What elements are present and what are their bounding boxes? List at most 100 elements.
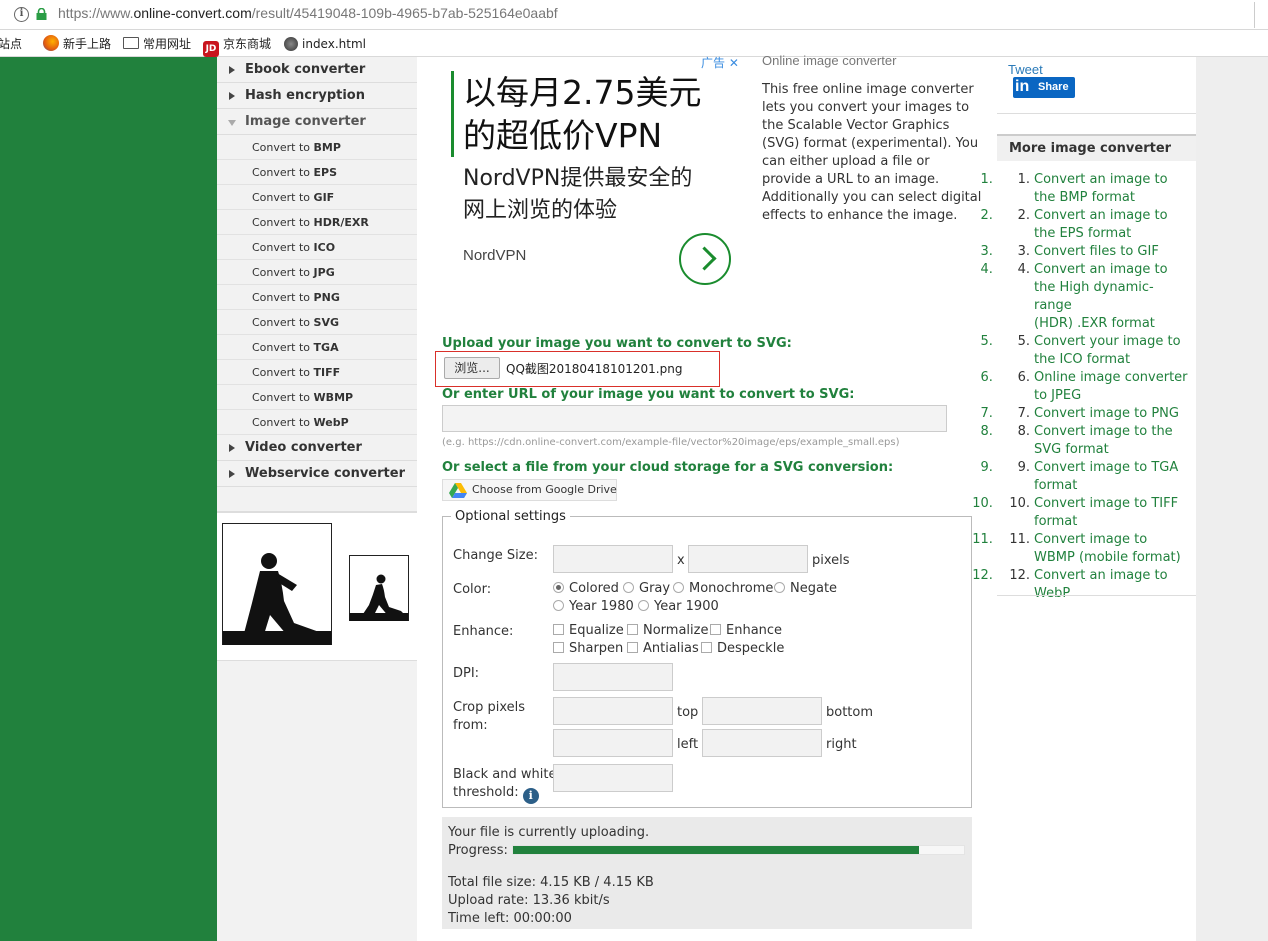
enhance-option-label: Despeckle bbox=[717, 641, 785, 656]
url-example-hint: (e.g. https://cdn.online-convert.com/exa… bbox=[442, 437, 900, 448]
more-converter-link[interactable]: 2. Convert an image to the EPS format bbox=[997, 207, 1196, 243]
description-text: This free online image converter lets yo… bbox=[762, 82, 982, 223]
list-number: 2. bbox=[1017, 208, 1030, 223]
color-option-year-1900[interactable]: Year 1900 bbox=[638, 599, 719, 614]
total-file-size: Total file size: 4.15 KB / 4.15 KB bbox=[448, 875, 654, 890]
more-converter-link[interactable]: 8. Convert image to the SVG format bbox=[997, 423, 1196, 459]
enhance-antialias[interactable]: Antialias bbox=[627, 641, 699, 656]
list-number: 11. bbox=[1009, 532, 1030, 547]
enhance-enhance[interactable]: Enhance bbox=[710, 623, 782, 638]
info-icon[interactable]: i bbox=[522, 788, 539, 804]
image-url-input[interactable] bbox=[442, 405, 947, 432]
sidebar-sub-png[interactable]: Convert to PNG bbox=[217, 285, 417, 310]
crop-top-input[interactable] bbox=[553, 697, 673, 725]
bookmark-common-sites[interactable]: 常用网址 bbox=[123, 35, 191, 53]
google-drive-button[interactable]: Choose from Google Drive bbox=[442, 479, 617, 501]
more-converter-link[interactable]: 6. Online image converter to JPEG bbox=[997, 369, 1196, 405]
url-text[interactable]: https://www.online-convert.com/result/45… bbox=[58, 5, 558, 21]
crop-bottom-label: bottom bbox=[826, 705, 874, 720]
ad-headline-line2: 的超低价VPN bbox=[463, 116, 663, 155]
more-converter-text: Online image converter bbox=[1034, 370, 1188, 385]
dpi-input[interactable] bbox=[553, 663, 673, 691]
sidebar-item-hash[interactable]: Hash encryption bbox=[217, 83, 417, 109]
sidebar-item-webservice[interactable]: Webservice converter bbox=[217, 461, 417, 487]
crop-bottom-input[interactable] bbox=[702, 697, 822, 725]
tweet-link[interactable]: Tweet bbox=[1008, 62, 1043, 77]
linkedin-share-button[interactable]: in Share bbox=[1013, 77, 1075, 98]
bookmark-index[interactable]: index.html bbox=[284, 35, 366, 53]
more-converter-text: Convert image to the bbox=[1034, 424, 1173, 439]
more-converter-link[interactable]: 1. Convert an image to the BMP format bbox=[997, 171, 1196, 207]
sidebar-item-label: Webservice converter bbox=[245, 466, 405, 481]
bookmark-new-user[interactable]: 新手上路 bbox=[43, 35, 111, 53]
site-info-icon[interactable]: i bbox=[14, 7, 29, 22]
sub-prefix: Convert to bbox=[252, 291, 311, 304]
more-converter-link[interactable]: 5. Convert your image to the ICO format bbox=[997, 333, 1196, 369]
sidebar-sub-ico[interactable]: Convert to ICO bbox=[217, 235, 417, 260]
sidebar-sub-wbmp[interactable]: Convert to WBMP bbox=[217, 385, 417, 410]
sidebar-item-image[interactable]: Image converter bbox=[217, 109, 417, 135]
more-converter-link[interactable]: 9. Convert image to TGA format bbox=[997, 459, 1196, 495]
sidebar-sub-hdr[interactable]: Convert to HDR/EXR bbox=[217, 210, 417, 235]
file-upload-field[interactable]: 浏览... QQ截图20180418101201.png bbox=[435, 351, 720, 387]
sidebar-sub-eps[interactable]: Convert to EPS bbox=[217, 160, 417, 185]
color-option-colored[interactable]: Colored bbox=[553, 581, 619, 596]
more-converter-link[interactable]: 11. Convert image to WBMP (mobile format) bbox=[997, 531, 1196, 567]
example-thumbnails bbox=[217, 511, 417, 661]
bookmark-jd[interactable]: JD 京东商城 bbox=[203, 35, 271, 57]
ad-banner[interactable]: 以每月2.75美元 的超低价VPN NordVPN提供最安全的 网上浏览的体验 No… bbox=[437, 57, 737, 307]
upload-progress-bar bbox=[512, 845, 965, 855]
ad-choices[interactable]: 广告 ✕ bbox=[701, 54, 739, 71]
more-converter-link[interactable]: 12. Convert an image to WebP bbox=[997, 567, 1196, 603]
color-option-year-1980[interactable]: Year 1980 bbox=[553, 599, 634, 614]
sidebar-item-label: Image converter bbox=[245, 114, 366, 129]
sidebar-sub-tga[interactable]: Convert to TGA bbox=[217, 335, 417, 360]
more-converter-link[interactable]: 7. Convert image to PNG bbox=[997, 405, 1196, 423]
enhance-label: Enhance: bbox=[453, 624, 514, 639]
sidebar-item-ebook[interactable]: Ebook converter bbox=[217, 57, 417, 83]
color-option-gray[interactable]: Gray bbox=[623, 581, 670, 596]
color-option-negate[interactable]: Negate bbox=[774, 581, 837, 596]
expand-arrow-icon bbox=[229, 444, 235, 452]
sidebar-sub-bmp[interactable]: Convert to BMP bbox=[217, 135, 417, 160]
sidebar-sub-webp[interactable]: Convert to WebP bbox=[217, 410, 417, 435]
list-number: 5. bbox=[1017, 334, 1030, 349]
sidebar-sub-jpg[interactable]: Convert to JPG bbox=[217, 260, 417, 285]
bookmark-label: index.html bbox=[302, 37, 366, 51]
ad-close-icon[interactable]: ✕ bbox=[729, 56, 739, 70]
browse-button[interactable]: 浏览... bbox=[444, 357, 500, 379]
sidebar-item-video[interactable]: Video converter bbox=[217, 435, 417, 461]
bookmark-sites[interactable]: 站点 bbox=[0, 35, 22, 53]
more-converter-link[interactable]: 3. Convert files to GIF bbox=[997, 243, 1196, 261]
sidebar-sub-svg[interactable]: Convert to SVG bbox=[217, 310, 417, 335]
checkbox-icon bbox=[627, 642, 638, 653]
folder-icon bbox=[123, 37, 139, 49]
crop-right-input[interactable] bbox=[702, 729, 822, 757]
enhance-despeckle[interactable]: Despeckle bbox=[701, 641, 784, 656]
sidebar-sub-gif[interactable]: Convert to GIF bbox=[217, 185, 417, 210]
enhance-equalize[interactable]: Equalize bbox=[553, 623, 624, 638]
color-option-monochrome[interactable]: Monochrome bbox=[673, 581, 773, 596]
enhance-sharpen[interactable]: Sharpen bbox=[553, 641, 623, 656]
jd-icon: JD bbox=[203, 41, 219, 57]
upload-rate: Upload rate: 13.36 kbit/s bbox=[448, 893, 610, 908]
sidebar-item-label: Ebook converter bbox=[245, 62, 366, 77]
more-converter-link[interactable]: 4. Convert an image to the High dynamic-ra… bbox=[997, 261, 1196, 333]
ad-go-arrow-icon[interactable] bbox=[679, 233, 731, 285]
firefox-icon bbox=[43, 35, 59, 51]
format-name: WebP bbox=[313, 416, 349, 429]
address-bar[interactable]: i https://www.online-convert.com/result/… bbox=[0, 0, 1268, 30]
divider bbox=[997, 113, 1196, 114]
sidebar-item-label: Video converter bbox=[245, 440, 362, 455]
bw-threshold-input[interactable] bbox=[553, 764, 673, 792]
crop-left-input[interactable] bbox=[553, 729, 673, 757]
sidebar-sub-tiff[interactable]: Convert to TIFF bbox=[217, 360, 417, 385]
bookmark-label: 站点 bbox=[0, 37, 23, 51]
radio-icon bbox=[638, 600, 649, 611]
height-input[interactable] bbox=[688, 545, 808, 573]
upload-status-panel: Your file is currently uploading. Progre… bbox=[442, 817, 972, 929]
width-input[interactable] bbox=[553, 545, 673, 573]
format-name: TIFF bbox=[313, 366, 341, 379]
enhance-normalize[interactable]: Normalize bbox=[627, 623, 708, 638]
more-converter-link[interactable]: 10. Convert image to TIFF format bbox=[997, 495, 1196, 531]
